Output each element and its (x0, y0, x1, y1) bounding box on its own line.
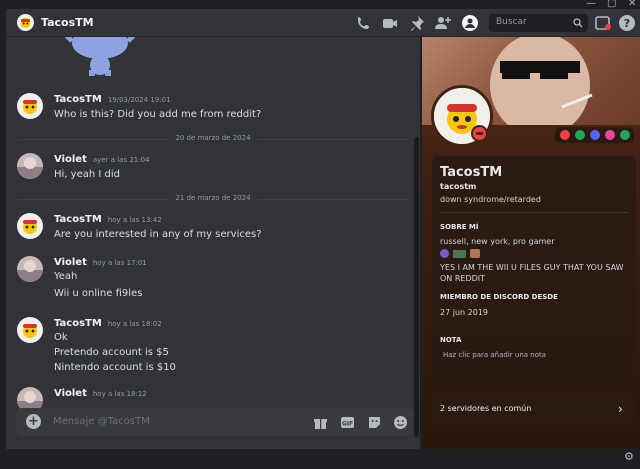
user-profile-icon[interactable] (461, 14, 479, 32)
message-timestamp: hoy a las 17:01 (92, 259, 147, 267)
message-timestamp: hoy a las 18:12 (92, 390, 147, 398)
gear-icon[interactable]: ⚙ (624, 450, 634, 463)
maximize-icon[interactable]: ▢ (607, 0, 616, 9)
emoji-icon (440, 249, 449, 258)
avatar[interactable] (17, 93, 43, 119)
profile-info-card: TacosTM tacostm down syndrome/retarded S… (432, 156, 636, 383)
video-call-icon[interactable] (381, 14, 399, 32)
badge-icon[interactable] (575, 130, 585, 140)
window-titlebar: — ▢ ✕ (0, 0, 640, 9)
avatar[interactable] (17, 153, 43, 179)
badge-icon[interactable] (620, 130, 630, 140)
partial-image-attachment[interactable] (62, 37, 142, 77)
about-me-heading: SOBRE MÍ (440, 223, 479, 231)
about-emoji-row (440, 249, 500, 259)
sticker-icon[interactable] (367, 415, 382, 430)
bottom-bar (0, 449, 640, 469)
mutual-servers-button[interactable]: 2 servidores en común › (432, 395, 636, 423)
avatar[interactable] (17, 213, 43, 239)
add-attachment-button[interactable]: + (26, 414, 41, 429)
message-author[interactable]: TacosTM hoy a las 18:02 (54, 318, 162, 329)
member-since-heading: MIEMBRO DE DISCORD DESDE (440, 293, 558, 301)
profile-username: tacostm (440, 182, 477, 191)
gift-icon[interactable] (313, 415, 328, 430)
emoji-icon (453, 250, 466, 258)
about-me-text: russell, new york, pro gamer (440, 237, 555, 246)
date-divider: 20 de marzo de 2024 (18, 134, 408, 144)
message-text: Hi, yeah I did (54, 169, 120, 180)
chat-scrollbar[interactable] (414, 137, 419, 437)
date-divider-label: 20 de marzo de 2024 (169, 134, 257, 142)
status-dnd-icon (471, 125, 488, 142)
minimize-icon[interactable]: — (586, 0, 596, 9)
message-text: Pretendo account is $5 (54, 347, 169, 358)
header-avatar[interactable] (17, 14, 34, 31)
avatar[interactable] (17, 317, 43, 343)
chevron-right-icon: › (618, 402, 623, 416)
message-text: Who is this? Did you add me from reddit? (54, 109, 262, 120)
about-me-text: YES I AM THE WII U FILES GUY THAT YOU SA… (440, 263, 624, 283)
note-input[interactable]: Haz clic para añadir una nota (443, 350, 633, 361)
svg-text:?: ? (624, 17, 630, 30)
badge-icon[interactable] (605, 130, 615, 140)
avatar[interactable] (17, 256, 43, 282)
search-icon (573, 18, 583, 28)
voice-call-icon[interactable] (355, 14, 373, 32)
user-profile-panel: TacosTM tacostm down syndrome/retarded S… (422, 37, 640, 449)
inbox-icon[interactable] (594, 14, 612, 32)
header-username: TacosTM (41, 16, 94, 29)
message-author[interactable]: Violet hoy a las 17:01 (54, 257, 147, 268)
close-icon[interactable]: ✕ (628, 0, 636, 9)
profile-display-name: TacosTM (440, 165, 503, 180)
message-author[interactable]: TacosTM hoy a las 13:42 (54, 214, 162, 225)
message-timestamp: hoy a las 18:02 (107, 320, 162, 328)
emoji-icon[interactable] (393, 415, 408, 430)
message-text: Nintendo account is $10 (54, 362, 176, 373)
message-timestamp: 19/03/2024 19:01 (107, 96, 171, 104)
message-list: TacosTM 19/03/2024 19:01 Who is this? Did… (6, 37, 420, 449)
gif-icon[interactable]: GIF (340, 415, 355, 430)
message-text: Ok (54, 332, 68, 343)
message-text: Yeah (54, 271, 78, 282)
message-text: Are you interested in any of my services… (54, 229, 262, 240)
message-timestamp: hoy a las 13:42 (107, 216, 162, 224)
pinned-messages-icon[interactable] (408, 14, 426, 32)
dm-header: TacosTM Buscar ? (6, 9, 640, 37)
message-text: Wii u online fi9les (54, 288, 143, 299)
search-placeholder: Buscar (496, 17, 527, 27)
date-divider: 21 de marzo de 2024 (18, 194, 408, 204)
message-input-placeholder[interactable]: Mensaje @TacosTM (53, 416, 150, 427)
message-timestamp: ayer a las 21:04 (92, 156, 150, 164)
divider (440, 212, 628, 213)
add-friends-icon[interactable] (434, 14, 452, 32)
search-input[interactable]: Buscar (489, 14, 588, 32)
member-since-date: 27 jun 2019 (440, 308, 488, 317)
message-author[interactable]: Violet ayer a las 21:04 (54, 154, 150, 165)
mutual-servers-label: 2 servidores en común (440, 404, 532, 413)
badge-icon[interactable] (560, 130, 570, 140)
help-icon[interactable]: ? (618, 14, 636, 32)
profile-custom-status: down syndrome/retarded (440, 195, 541, 204)
message-composer[interactable]: + Mensaje @TacosTM GIF (16, 408, 413, 436)
badge-icon[interactable] (590, 130, 600, 140)
message-author[interactable]: Violet hoy a las 18:12 (54, 388, 147, 399)
note-heading: NOTA (440, 336, 462, 344)
svg-text:GIF: GIF (342, 421, 353, 428)
date-divider-label: 21 de marzo de 2024 (169, 194, 257, 202)
message-author[interactable]: TacosTM 19/03/2024 19:01 (54, 94, 171, 105)
profile-badges (555, 127, 634, 143)
emoji-icon (470, 249, 480, 258)
